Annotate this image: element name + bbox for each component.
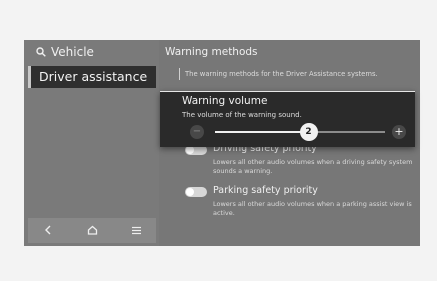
home-button[interactable]	[82, 221, 102, 239]
volume-increase-button[interactable]: +	[392, 125, 406, 139]
sidebar-item-driver-assistance[interactable]: Driver assistance	[28, 66, 156, 88]
sidebar-item-label: Driver assistance	[39, 69, 148, 84]
back-button[interactable]	[38, 221, 58, 239]
option-description: Lowers all other audio volumes when a pa…	[213, 200, 412, 217]
volume-slider-fill	[215, 131, 309, 133]
page-title: Warning methods	[165, 46, 258, 58]
warning-volume-popup: Warning volume The volume of the warning…	[160, 91, 415, 147]
popup-title: Warning volume	[182, 95, 268, 107]
option-description: Lowers all other audio volumes when a dr…	[213, 158, 413, 175]
search-icon	[36, 47, 46, 57]
sidebar-footer	[28, 218, 156, 243]
parking-safety-toggle[interactable]	[185, 187, 207, 197]
volume-slider-knob[interactable]: 2	[299, 123, 318, 141]
chevron-left-icon	[45, 225, 51, 235]
menu-button[interactable]	[126, 221, 146, 239]
home-icon	[87, 225, 97, 235]
page-description: The warning methods for the Driver Assis…	[179, 68, 378, 80]
sidebar-title-label: Vehicle	[51, 45, 94, 59]
sidebar: Vehicle Driver assistance	[24, 40, 159, 246]
sidebar-title[interactable]: Vehicle	[36, 45, 94, 59]
popup-description: The volume of the warning sound.	[182, 111, 302, 119]
menu-icon	[131, 226, 141, 234]
option-label: Parking safety priority	[213, 185, 318, 196]
volume-decrease-button[interactable]: −	[190, 125, 204, 139]
